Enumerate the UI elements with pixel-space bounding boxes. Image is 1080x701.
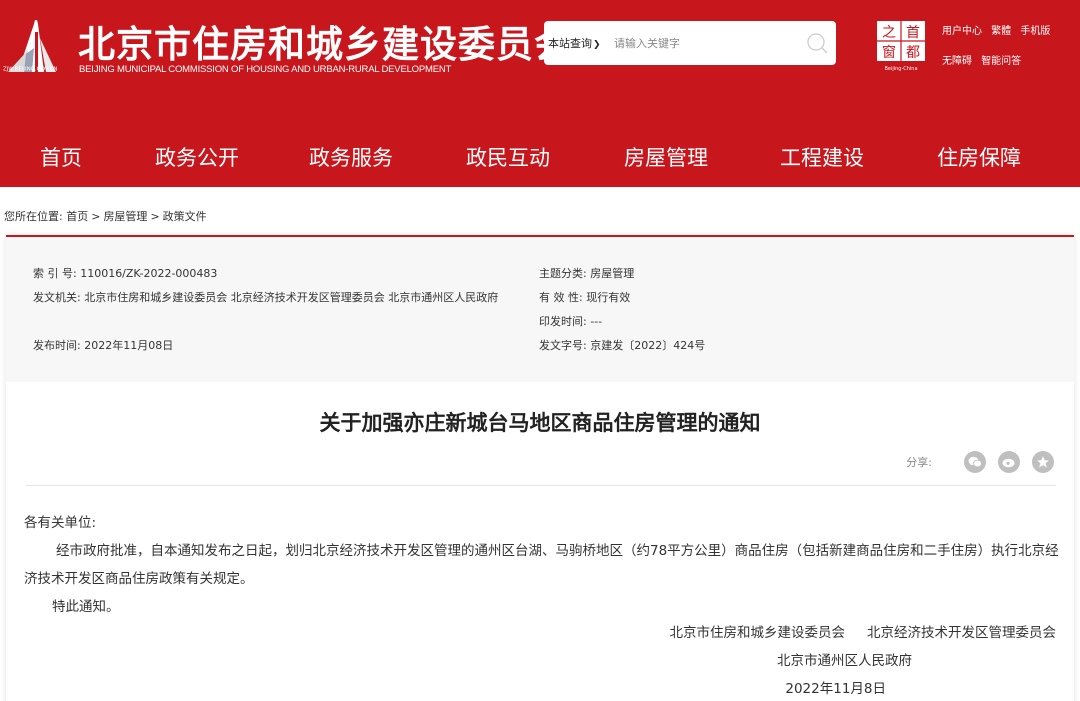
closing-line: 特此通知。 (52, 599, 120, 615)
main-nav: 首页 政务公开 政务服务 政民互动 房屋管理 工程建设 住房保障 (0, 126, 1080, 187)
search-scope-label: 本站查询 (548, 37, 592, 50)
site-title[interactable]: 北京市住房和城乡建设委员会 (78, 14, 572, 68)
meta-document-number: 发文字号: 京建发〔2022〕424号 (539, 339, 706, 352)
breadcrumb-item-policy-docs[interactable]: 政策文件 (163, 210, 207, 223)
share-bar: 分享: (906, 451, 1054, 473)
nav-item-interaction[interactable]: 政民互动 (430, 126, 586, 187)
breadcrumb: 您所在位置: 首页 > 房屋管理 > 政策文件 (4, 208, 207, 224)
signatory: 北京市通州区人民政府 (777, 653, 912, 669)
badge-caption: Beijing-China (884, 66, 917, 72)
meta-validity: 有 效 性: 现行有效 (539, 291, 631, 304)
star-icon[interactable] (1032, 451, 1054, 473)
link-smart-qa[interactable]: 智能问答 (981, 56, 1021, 67)
badge-char: 都 (906, 45, 920, 61)
document-card: 索 引 号: 110016/ZK-2022-000483 发文机关: 北京市住房… (6, 235, 1074, 701)
signatory: 北京经济技术开发区管理委员会 (867, 625, 1056, 641)
nav-item-housing-management[interactable]: 房屋管理 (586, 126, 746, 187)
top-links: 用户中心 繁體 手机版 (942, 22, 1056, 37)
breadcrumb-separator: > (150, 210, 160, 223)
meta-publish-date: 发布时间: 2022年11月08日 (33, 339, 174, 352)
breadcrumb-item-housing[interactable]: 房屋管理 (103, 210, 147, 223)
breadcrumb-prefix: 您所在位置: (4, 210, 63, 223)
breadcrumb-separator: > (91, 210, 101, 223)
meta-issue-date: 印发时间: --- (539, 315, 603, 328)
nav-item-home[interactable]: 首页 (0, 126, 122, 187)
signatory: 北京市住房和城乡建设委员会 (669, 625, 846, 641)
signature-block: 北京市住房和城乡建设委员会 北京经济技术开发区管理委员会 北京市通州区人民政府 2… (670, 619, 1057, 701)
wechat-icon[interactable] (964, 451, 986, 473)
document-body: 各有关单位: 经市政府批准，自本通知发布之日起，划归北京经济技术开发区管理的通州… (24, 509, 1064, 621)
badge-char: 首 (906, 25, 920, 41)
site-header: ZJW.BEIJING.GOV.CN 北京市住房和城乡建设委员会 BEIJING… (0, 0, 1080, 187)
search-scope-select[interactable]: 本站查询❯ (548, 35, 601, 51)
link-traditional[interactable]: 繁體 (991, 26, 1011, 37)
meta-issuing-agency: 发文机关: 北京市住房和城乡建设委员会 北京经济技术开发区管理委员会 北京市通州… (33, 291, 499, 304)
search-input[interactable] (614, 31, 794, 55)
search-box: 本站查询❯ (544, 21, 836, 65)
link-accessibility[interactable]: 无障碍 (942, 56, 972, 67)
breadcrumb-item-home[interactable]: 首页 (66, 210, 88, 223)
capital-window-badge-icon[interactable]: 之 首 窗 都 Beijing-China (876, 20, 926, 72)
title-divider (26, 485, 1056, 486)
search-icon[interactable] (806, 32, 828, 54)
weibo-icon[interactable] (998, 451, 1020, 473)
badge-char: 之 (882, 25, 896, 41)
body-paragraph: 经市政府批准，自本通知发布之日起，划归北京经济技术开发区管理的通州区台湖、马驹桥… (24, 543, 1059, 587)
meta-index-number: 索 引 号: 110016/ZK-2022-000483 (33, 267, 218, 280)
share-label: 分享: (906, 456, 932, 469)
document-title: 关于加强亦庄新城台马地区商品住房管理的通知 (319, 411, 761, 435)
nav-item-housing-security[interactable]: 住房保障 (898, 126, 1060, 187)
meta-topic: 主题分类: 房屋管理 (539, 267, 635, 280)
top-links-secondary: 无障碍 智能问答 (942, 52, 1027, 67)
nav-item-gov-affairs-open[interactable]: 政务公开 (122, 126, 272, 187)
signatory-row: 北京市住房和城乡建设委员会 北京经济技术开发区管理委员会 (670, 619, 1057, 647)
link-user-center[interactable]: 用户中心 (942, 26, 982, 37)
signature-date: 2022年11月8日 (785, 681, 886, 697)
logo-domain-text: ZJW.BEIJING.GOV.CN (3, 66, 58, 73)
salutation: 各有关单位: (24, 515, 97, 531)
nav-item-gov-services[interactable]: 政务服务 (272, 126, 430, 187)
site-subtitle: BEIJING MUNICIPAL COMMISSION OF HOUSING … (79, 64, 452, 75)
badge-char: 窗 (882, 44, 896, 61)
chevron-down-icon: ❯ (593, 40, 601, 50)
document-metadata: 索 引 号: 110016/ZK-2022-000483 发文机关: 北京市住房… (6, 237, 1074, 382)
nav-item-construction[interactable]: 工程建设 (746, 126, 898, 187)
link-mobile[interactable]: 手机版 (1020, 26, 1050, 37)
